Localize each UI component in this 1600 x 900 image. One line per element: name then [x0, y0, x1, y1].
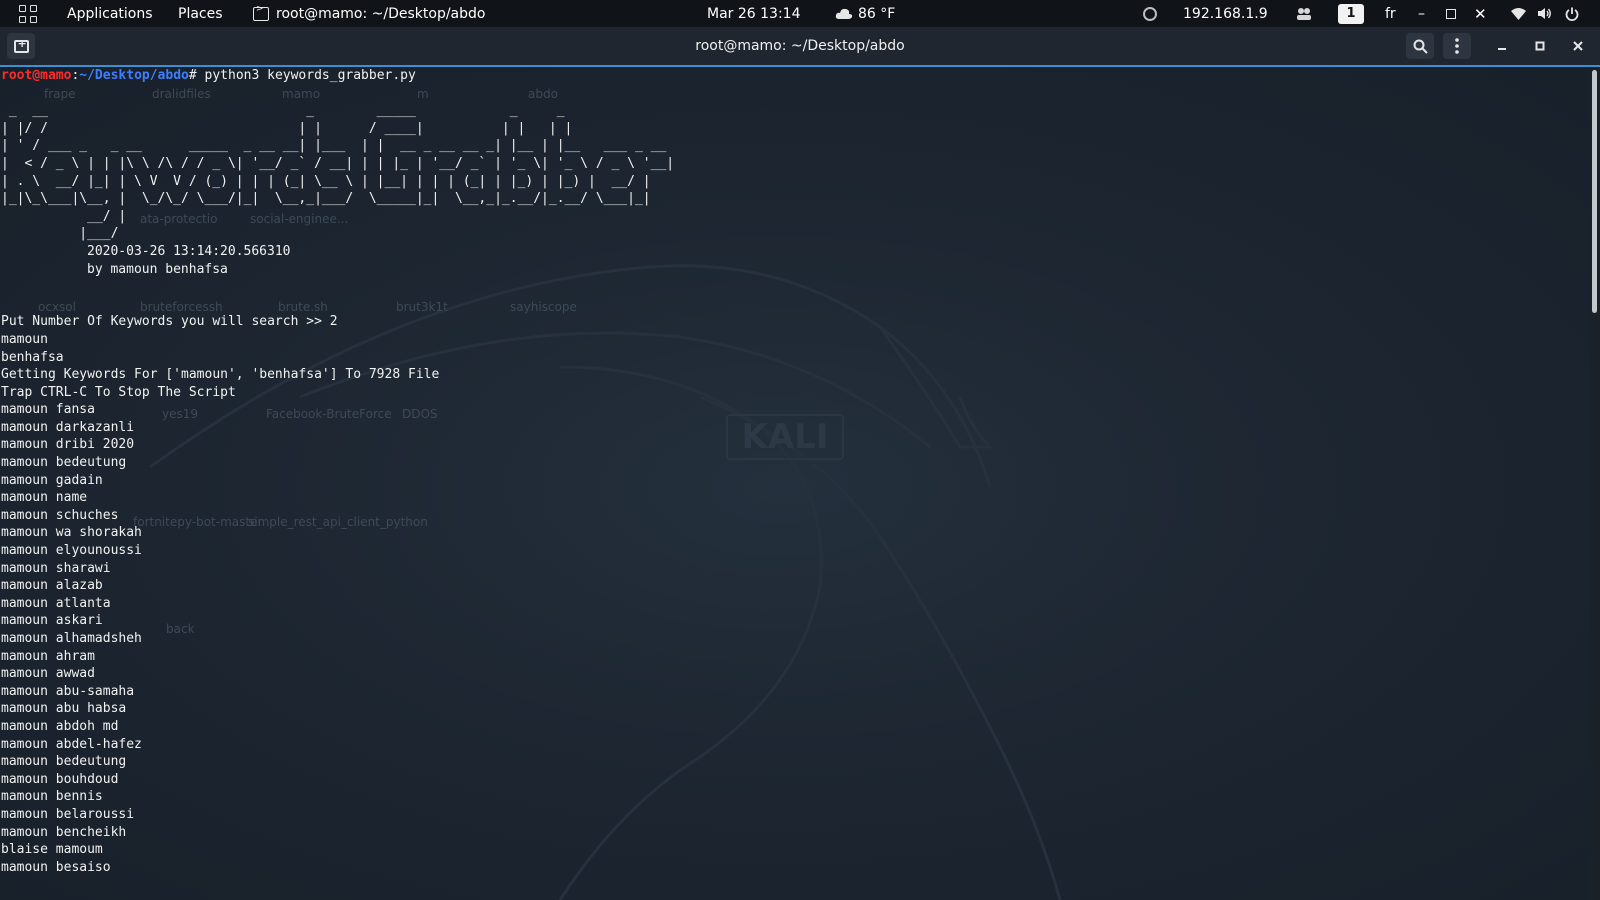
search-button[interactable] [1406, 33, 1434, 59]
kebab-menu-icon [1455, 38, 1459, 54]
menu-button[interactable] [1443, 33, 1471, 59]
terminal-scrollbar[interactable] [1590, 67, 1600, 900]
terminal-icon [253, 4, 269, 21]
output-line: mamoun sharawi [1, 560, 111, 576]
banner-line: |___/ [1, 226, 119, 242]
output-line: benhafsa [1, 349, 64, 365]
prompt-user: root@mamo [1, 68, 72, 83]
banner-line: __/ | [1, 208, 127, 224]
output-line: mamoun darkazanli [1, 419, 135, 435]
close-icon[interactable]: ✕ [1474, 0, 1487, 27]
maximize-button[interactable] [1526, 33, 1554, 59]
output-line: mamoun gadain [1, 472, 103, 488]
prompt-path: ~/Desktop/abdo [79, 68, 189, 83]
top-panel: Applications Places root@mamo: ~/Desktop… [0, 0, 1600, 27]
output-line: mamoun schuches [1, 507, 119, 523]
clock[interactable]: Mar 26 13:14 [707, 0, 800, 27]
kali-watermark: KALI [726, 414, 844, 460]
output-line: blaise mamoum [1, 842, 103, 858]
power-icon[interactable] [1565, 0, 1579, 27]
volume-icon[interactable] [1537, 0, 1552, 27]
timestamp-line: 2020-03-26 13:14:20.566310 [87, 243, 291, 259]
minimize-icon [1498, 48, 1506, 50]
close-icon [1573, 41, 1583, 51]
apps-grid-icon[interactable] [19, 0, 37, 27]
banner-line: | < / _ \ | | |\ \ /\ / / _ \| '__/ _` /… [1, 155, 675, 171]
output-line: mamoun name [1, 490, 88, 506]
output-line: mamoun fansa [1, 402, 95, 418]
taskbar-terminal-window[interactable]: root@mamo: ~/Desktop/abdo [253, 0, 485, 27]
minimize-all-icon[interactable]: – [1418, 0, 1425, 27]
output-line: mamoun bouhdoud [1, 771, 119, 787]
output-line: mamoun askari [1, 613, 103, 629]
output-line: mamoun wa shorakah [1, 525, 142, 541]
weather-label: 86 °F [858, 5, 896, 22]
wifi-icon[interactable] [1511, 0, 1526, 27]
status-ring-icon[interactable] [1143, 0, 1157, 27]
output-line: mamoun abdoh md [1, 718, 119, 734]
output-line: mamoun dribi 2020 [1, 437, 135, 453]
close-button[interactable] [1564, 33, 1592, 59]
output-line: mamoun alazab [1, 578, 103, 594]
output-line: mamoun bedeutung [1, 455, 127, 471]
output-line: mamoun [1, 331, 48, 347]
maximize-icon[interactable] [1446, 0, 1456, 27]
prompt-suffix: # [188, 68, 197, 83]
weather-indicator[interactable]: 86 °F [835, 0, 895, 27]
output-line: Getting Keywords For ['mamoun', 'benhafs… [1, 367, 440, 383]
workspace-number: 1 [1338, 3, 1364, 24]
cloud-icon [835, 8, 853, 19]
scrollbar-thumb[interactable] [1592, 70, 1597, 313]
output-line: mamoun abu habsa [1, 701, 127, 717]
output-line: mamoun elyounoussi [1, 543, 142, 559]
banner-line: | ' / ___ _ _ __ _____ _ __ __| |___ | |… [1, 138, 667, 154]
output-line: mamoun ahram [1, 648, 95, 664]
output-line: Put Number Of Keywords you will search >… [1, 314, 338, 330]
output-line: mamoun atlanta [1, 595, 111, 611]
output-line: mamoun abdel-hafez [1, 736, 142, 752]
banner-line: | . \ __/ |_| | \ V V / (_) | | | (_| \_… [1, 173, 651, 189]
applications-menu[interactable]: Applications [67, 0, 153, 27]
output-line: mamoun abu-samaha [1, 683, 135, 699]
banner-line: |_|\_\___|\__, | \_/\_/ \___/|_| \__,_|_… [1, 191, 651, 207]
output-line: mamoun besaiso [1, 859, 111, 875]
ip-address[interactable]: 192.168.1.9 [1183, 0, 1268, 27]
workspace-indicator[interactable]: 1 [1338, 0, 1364, 27]
search-icon [1413, 39, 1428, 54]
author-line: by mamoun benhafsa [87, 261, 228, 277]
taskbar-window-label: root@mamo: ~/Desktop/abdo [276, 5, 486, 22]
maximize-icon [1535, 41, 1545, 51]
output-line: mamoun bencheikh [1, 824, 127, 840]
banner-line: | |/ / | | / ____| | | | | [1, 120, 573, 136]
people-icon[interactable] [1296, 0, 1312, 27]
output-line: Trap CTRL-C To Stop The Script [1, 384, 236, 400]
keyboard-layout[interactable]: fr [1385, 0, 1396, 27]
places-menu[interactable]: Places [178, 0, 223, 27]
window-title: root@mamo: ~/Desktop/abdo [695, 38, 905, 54]
banner-line: _ __ _ _____ _ _ [1, 103, 565, 119]
terminal-header-bar: root@mamo: ~/Desktop/abdo [0, 27, 1600, 67]
output-line: mamoun bedeutung [1, 754, 127, 770]
prompt-line: root@mamo:~/Desktop/abdo# python3 keywor… [1, 67, 674, 85]
output-line: mamoun alhamadsheh [1, 631, 142, 646]
minimize-button[interactable] [1488, 33, 1516, 59]
output-line: mamoun belaroussi [1, 806, 135, 822]
terminal-body[interactable]: frape dralidfiles mamo m abdo ata-protectio so… [0, 67, 1590, 900]
terminal-output: root@mamo:~/Desktop/abdo# python3 keywor… [1, 67, 674, 876]
prompt-command: python3 keywords_grabber.py [196, 68, 416, 83]
output-line: mamoun bennis [1, 789, 103, 805]
output-line: mamoun awwad [1, 666, 95, 682]
